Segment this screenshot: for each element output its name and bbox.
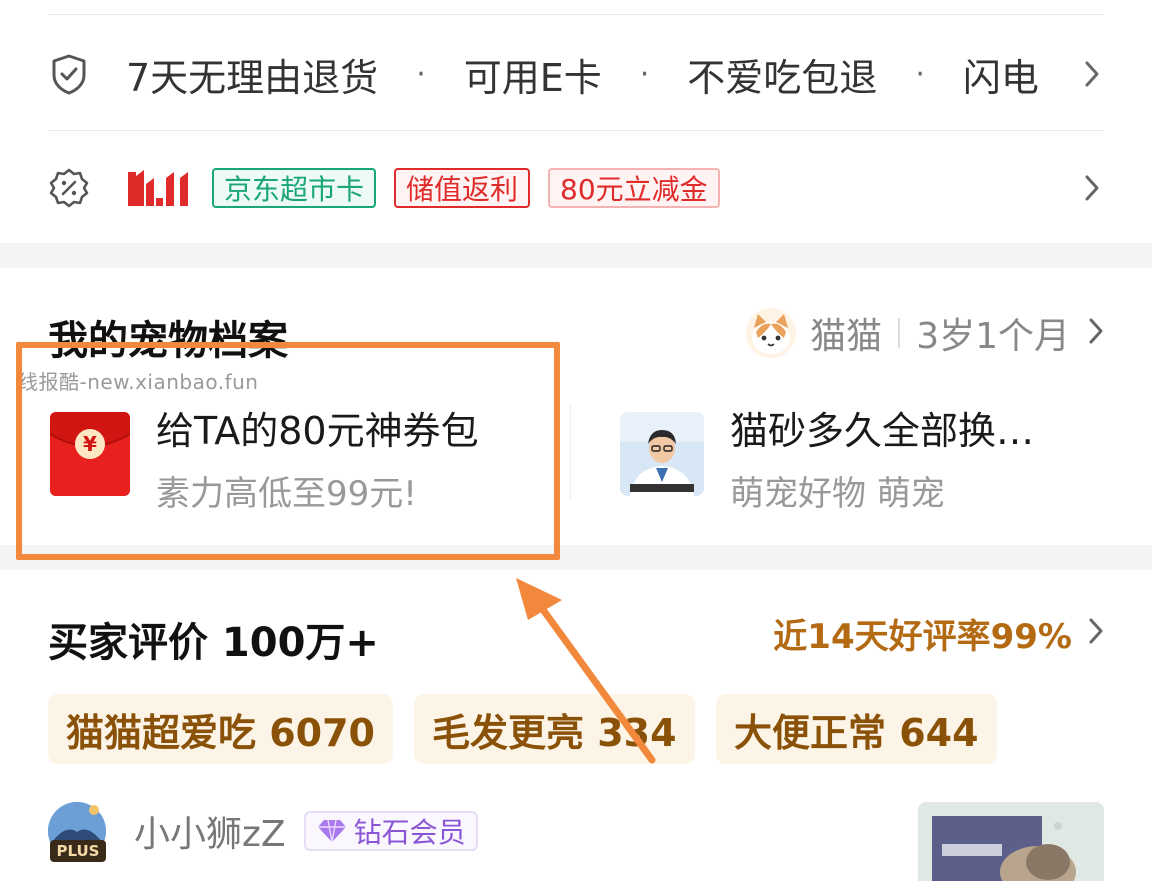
video-subtitle: 萌宠好物 萌宠 [730, 474, 945, 514]
avatar[interactable]: PLUS [48, 802, 106, 862]
cat-avatar [746, 308, 797, 358]
service-item: 可用E卡 [463, 55, 602, 100]
promo-tag[interactable]: 储值返利 [394, 168, 531, 208]
watermark-text: 线报酷-new.xianbao.fun [18, 370, 259, 394]
plus-badge: PLUS [50, 840, 106, 862]
chevron-right-icon [1080, 53, 1104, 95]
promo-tag[interactable]: 80元立减金 [548, 168, 720, 208]
chevron-right-icon [1080, 167, 1104, 209]
diamond-icon [316, 818, 348, 844]
service-item: 闪电 [962, 55, 1039, 100]
member-badge-label: 钻石会员 [353, 816, 466, 849]
yuan-glyph: ¥ [83, 432, 97, 456]
good-rate-text: 近14天好评率99% [773, 616, 1072, 657]
double-eleven-logo [126, 166, 198, 210]
service-list: 7天无理由退货 · 可用E卡 · 不爱吃包退 · 闪电 [126, 47, 1104, 102]
shield-check-icon [48, 53, 90, 95]
discount-badge-icon [48, 167, 90, 209]
good-rate-link[interactable]: 近14天好评率99% [773, 610, 1104, 657]
promo-row[interactable]: 京东超市卡 储值返利 80元立减金 [48, 166, 1104, 210]
review-tag-chip[interactable]: 猫猫超爱吃 6070 [48, 694, 393, 764]
video-title: 猫砂多久全部换… [730, 409, 1035, 453]
service-promo-card: 7天无理由退货 · 可用E卡 · 不爱吃包退 · 闪电 京东超市卡 储值返利 8… [0, 0, 1152, 243]
divider [570, 404, 571, 500]
coupon-subtitle: 素力高低至99元! [156, 474, 417, 514]
chevron-right-icon [1088, 617, 1104, 649]
member-badge: 钻石会员 [303, 811, 478, 851]
reviewer-row: PLUS 小小狮zZ 钻石会员 [48, 802, 478, 862]
coupon-title: 给TA的80元神券包 [156, 409, 479, 453]
reviewer-name: 小小狮zZ [134, 814, 286, 855]
divider [48, 130, 1104, 131]
service-item: 7天无理由退货 [126, 55, 379, 100]
divider [48, 14, 1104, 15]
review-tag-chip[interactable]: 毛发更亮 334 [414, 694, 695, 764]
pet-selector[interactable]: 猫猫 3岁1个月 [746, 308, 1104, 358]
divider [898, 318, 901, 348]
review-photo-thumbnail[interactable] [918, 802, 1104, 881]
service-item: 不爱吃包退 [687, 55, 878, 100]
coupon-pack-item[interactable]: ¥ 给TA的80元神券包 素力高低至99元! [48, 400, 548, 514]
chevron-right-icon [1088, 317, 1104, 349]
section-title: 买家评价 100万+ [48, 620, 379, 666]
pet-name: 猫猫 [810, 316, 883, 357]
separator: · [416, 56, 426, 92]
section-title: 我的宠物档案 [48, 318, 288, 364]
separator: · [915, 56, 925, 92]
separator: · [639, 56, 650, 92]
promo-tag[interactable]: 京东超市卡 [212, 168, 377, 208]
red-envelope-icon: ¥ [50, 412, 130, 496]
video-item[interactable]: 猫砂多久全部换… 萌宠好物 萌宠 [620, 400, 1104, 514]
service-row[interactable]: 7天无理由退货 · 可用E卡 · 不爱吃包退 · 闪电 [48, 52, 1104, 100]
doctor-thumbnail [620, 412, 704, 496]
reviews-card: 买家评价 100万+ 近14天好评率99% 猫猫超爱吃 6070 毛发更亮 33… [0, 570, 1152, 881]
review-tag-chip[interactable]: 大便正常 644 [716, 694, 997, 764]
pet-age: 3岁1个月 [916, 316, 1070, 357]
